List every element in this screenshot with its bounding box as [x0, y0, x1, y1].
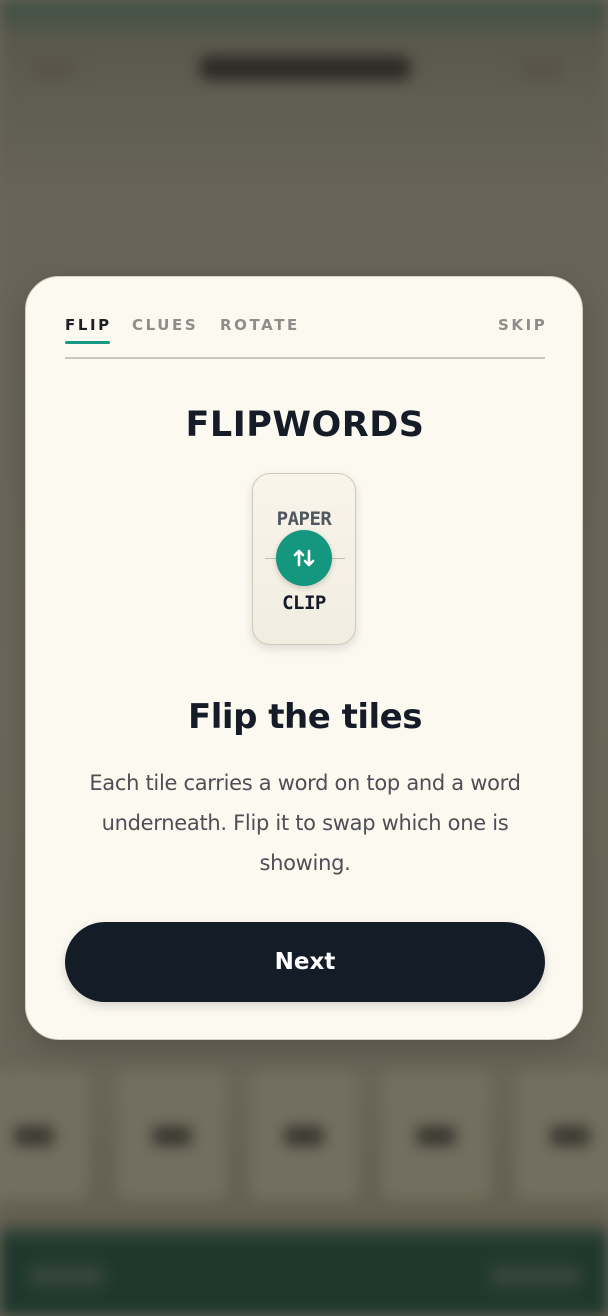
- tile-top-word: PAPER: [276, 508, 332, 530]
- tutorial-dialog: FLIP CLUES ROTATE SKIP FLIPWORDS PAPER C…: [25, 276, 583, 1040]
- skip-button[interactable]: SKIP: [498, 316, 547, 342]
- flip-arrows-icon: [276, 530, 332, 586]
- tutorial-tabs: FLIP CLUES ROTATE SKIP: [65, 277, 545, 359]
- game-title: FLIPWORDS: [185, 405, 425, 445]
- tile-bottom-word: CLIP: [282, 592, 326, 614]
- tile-illustration: PAPER CLIP: [252, 473, 356, 645]
- tab-rotate[interactable]: ROTATE: [220, 316, 300, 342]
- next-button[interactable]: Next: [65, 922, 545, 1002]
- tab-clues[interactable]: CLUES: [132, 316, 198, 342]
- tab-flip[interactable]: FLIP: [65, 316, 112, 342]
- step-description: Each tile carries a word on top and a wo…: [89, 771, 521, 875]
- step-headline: Flip the tiles: [188, 697, 422, 737]
- active-tab-indicator: [65, 341, 110, 344]
